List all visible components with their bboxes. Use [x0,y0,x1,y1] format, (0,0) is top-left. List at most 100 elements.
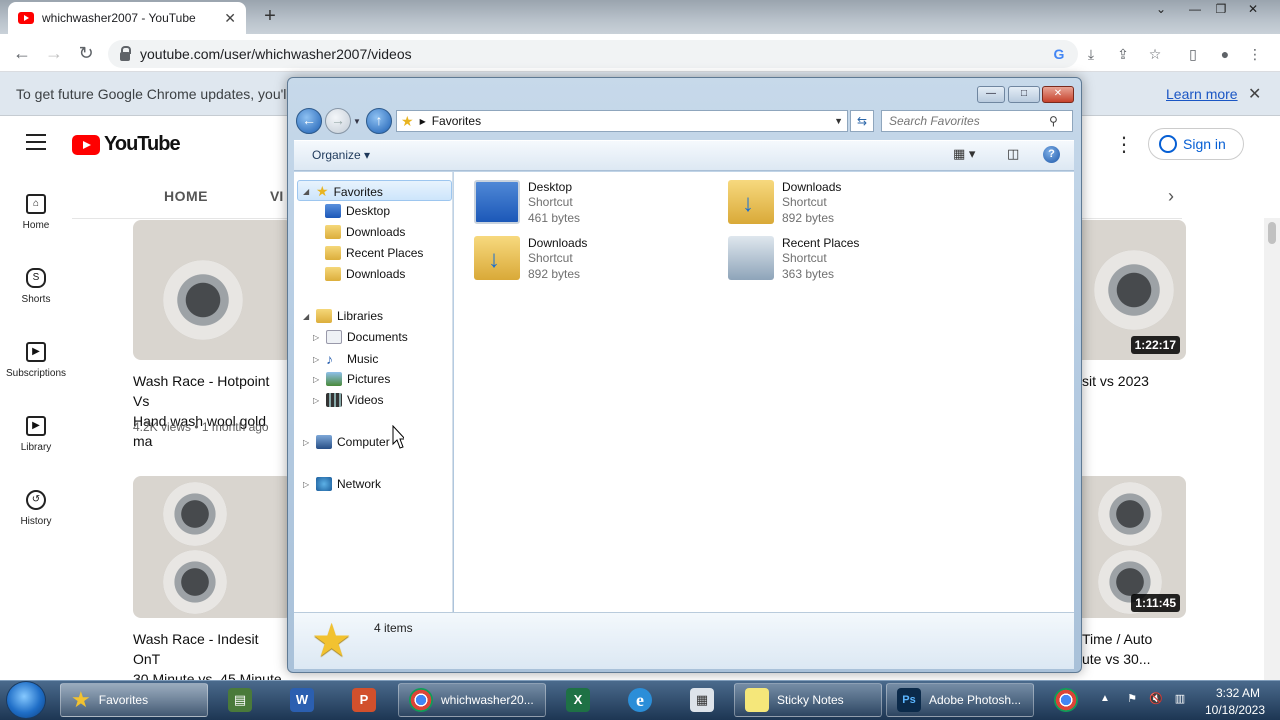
breadcrumb[interactable]: Favorites [432,114,481,128]
taskbar-task-manager[interactable]: ▤ [212,683,268,717]
file-item-downloads[interactable]: Downloads Shortcut 892 bytes [728,180,841,226]
taskbar-word[interactable]: W [274,683,330,717]
settings-kebab-icon[interactable]: ⋮ [1114,132,1134,157]
sidebar-item-subscriptions[interactable]: ▶ Subscriptions [0,342,72,379]
google-icon[interactable]: G [1048,43,1070,65]
recent-pages-chevron-icon[interactable]: ▼ [353,117,361,126]
network-tray-icon[interactable]: ▥ [1172,692,1188,708]
back-arrow-icon[interactable]: ← [10,42,34,66]
explorer-search-box[interactable]: ⚲ [881,110,1073,132]
tab-close-icon[interactable]: ✕ [224,10,236,27]
taskbar-button-sticky-notes[interactable]: Sticky Notes [734,683,882,717]
tabs-next-chevron-icon[interactable]: › [1168,186,1174,207]
expand-triangle-icon[interactable]: ▷ [303,438,311,447]
video-title[interactable]: sit vs 2023 [1082,371,1149,391]
file-item-downloads[interactable]: Downloads Shortcut 892 bytes [474,236,587,282]
refresh-icon[interactable]: ⇆ [850,110,874,132]
clock-date[interactable]: 10/18/2023 [1200,703,1270,717]
search-input[interactable] [889,114,1049,128]
sidebar-item-shorts[interactable]: S Shorts [0,268,72,305]
address-dropdown-icon[interactable]: ▼ [834,116,843,126]
taskbar-calculator[interactable]: ▦ [674,683,730,717]
tree-item-pictures[interactable]: ▷ Pictures [313,372,390,386]
taskbar-powerpoint[interactable]: P [336,683,392,717]
tree-item-recent-places[interactable]: Recent Places [325,246,423,260]
tab-home[interactable]: HOME [164,188,208,204]
video-title[interactable]: Wash Race - Hotpoint Vs Hand wash wool g… [133,371,287,451]
explorer-forward-icon[interactable]: → [325,108,351,134]
install-icon[interactable]: ⤓ [1080,43,1102,65]
taskbar-chrome-pinned[interactable] [1038,683,1094,717]
organize-button[interactable]: Organize ▾ [312,148,370,162]
tab-videos[interactable]: VI [270,188,283,204]
address-bar[interactable]: youtube.com/user/whichwasher2007/videos [108,40,1078,68]
bookmark-star-icon[interactable]: ☆ [1144,43,1166,65]
share-icon[interactable]: ⇪ [1112,43,1134,65]
profile-icon[interactable]: ● [1214,43,1236,65]
action-center-flag-icon[interactable]: ⚑ [1124,692,1140,708]
tree-item-libraries[interactable]: ◢ Libraries [303,309,383,323]
file-item-desktop[interactable]: Desktop Shortcut 461 bytes [474,180,580,226]
expand-triangle-icon[interactable]: ▷ [313,333,321,342]
taskbar-button-favorites[interactable]: ★ Favorites [60,683,208,717]
collapse-triangle-icon[interactable]: ◢ [303,187,311,196]
expand-triangle-icon[interactable]: ▷ [313,355,321,364]
tree-item-videos[interactable]: ▷ Videos [313,393,383,407]
tree-item-downloads[interactable]: Downloads [325,225,405,239]
tree-item-network[interactable]: ▷ Network [303,477,381,491]
collapse-triangle-icon[interactable]: ◢ [303,312,311,321]
taskbar-excel[interactable]: X [550,683,606,717]
explorer-maximize-button[interactable]: □ [1008,86,1040,103]
video-title[interactable]: Time / Auto ute vs 30... [1082,629,1152,669]
new-tab-button[interactable]: + [258,5,282,29]
tree-item-favorites[interactable]: ◢ ★ Favorites [303,183,383,200]
restore-button[interactable]: ❐ [1208,0,1234,18]
show-hidden-icons-icon[interactable]: ▲ [1100,693,1110,704]
sidebar-item-history[interactable]: ↺ History [0,490,72,527]
side-panel-icon[interactable]: ▯ [1182,43,1204,65]
reload-icon[interactable]: ↻ [74,42,98,66]
video-thumbnail[interactable] [133,220,293,360]
expand-triangle-icon[interactable]: ▷ [303,480,311,489]
close-window-button[interactable]: ✕ [1240,0,1266,18]
youtube-logo[interactable]: YouTube [72,133,181,156]
page-scrollbar[interactable] [1264,218,1280,680]
tab-search-icon[interactable]: ⌄ [1148,0,1174,18]
tree-item-computer[interactable]: ▷ Computer [303,435,390,449]
taskbar-button-chrome[interactable]: whichwasher20... [398,683,546,717]
clock-time[interactable]: 3:32 AM [1206,686,1270,700]
infobar-close-icon[interactable]: ✕ [1248,84,1261,104]
hamburger-menu-icon[interactable] [26,134,46,150]
taskbar-internet-explorer[interactable]: e [612,683,668,717]
video-thumbnail[interactable]: 1:22:17 [1082,220,1186,360]
forward-arrow-icon[interactable]: → [42,42,66,66]
browser-tab[interactable]: whichwasher2007 - YouTube ✕ [8,2,246,34]
sidebar-item-home[interactable]: ⌂ Home [0,194,72,231]
change-view-icon[interactable]: ▦ ▾ [953,146,975,162]
tree-item-desktop[interactable]: Desktop [325,204,390,218]
volume-muted-icon[interactable]: 🔇 [1148,692,1164,708]
file-item-recent-places[interactable]: Recent Places Shortcut 363 bytes [728,236,859,282]
preview-pane-icon[interactable]: ◫ [1007,146,1019,162]
tree-item-downloads[interactable]: Downloads [325,267,405,281]
expand-triangle-icon[interactable]: ▷ [313,396,321,405]
start-button[interactable] [6,681,46,719]
search-icon[interactable]: ⚲ [1049,114,1058,128]
chrome-menu-icon[interactable]: ⋮ [1244,43,1266,65]
video-thumbnail[interactable]: 1:11:45 [1082,476,1186,618]
tree-item-documents[interactable]: ▷ Documents [313,330,408,344]
taskbar-button-photoshop[interactable]: Ps Adobe Photosh... [886,683,1034,717]
sidebar-item-library[interactable]: ▶ Library [0,416,72,453]
explorer-address-bar[interactable]: ★ ▶ Favorites ▼ [396,110,848,132]
video-thumbnail[interactable] [133,476,293,618]
explorer-minimize-button[interactable]: — [977,86,1005,103]
expand-triangle-icon[interactable]: ▷ [313,375,321,384]
explorer-close-button[interactable]: ✕ [1042,86,1074,103]
explorer-back-icon[interactable]: ← [296,108,322,134]
tree-item-music[interactable]: ▷ ♪ Music [313,351,378,367]
up-level-icon[interactable]: ↑ [366,108,392,134]
minimize-button[interactable]: — [1182,0,1208,18]
learn-more-link[interactable]: Learn more [1166,86,1238,102]
sign-in-button[interactable]: Sign in [1148,128,1244,160]
breadcrumb-chevron-icon[interactable]: ▶ [420,117,426,126]
